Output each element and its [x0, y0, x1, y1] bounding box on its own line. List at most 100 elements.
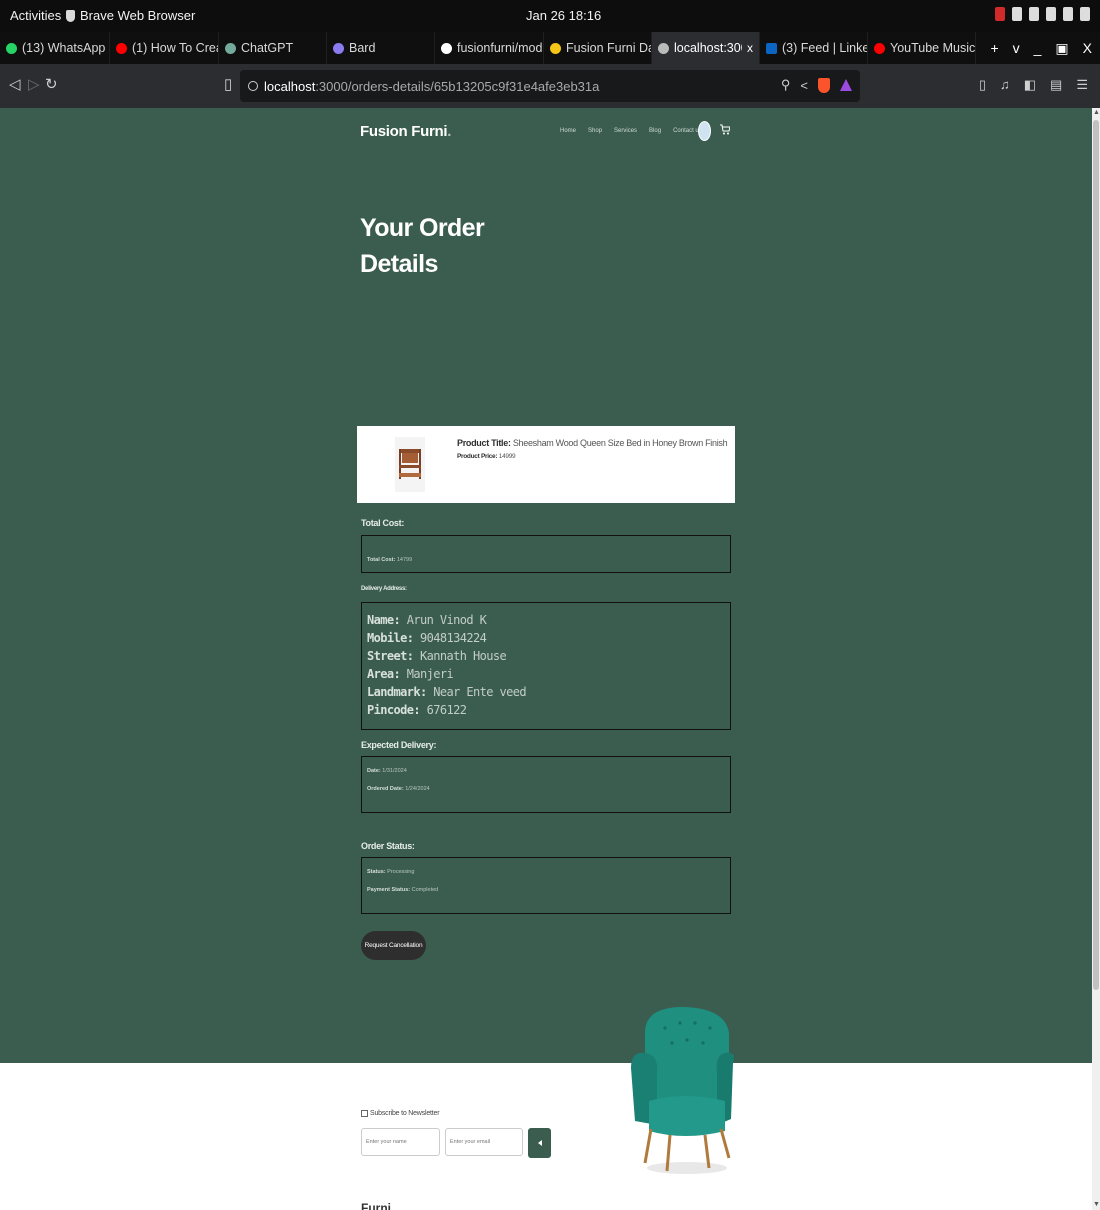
- browser-tab-strip: (13) WhatsApp (1) How To Create Full Cha…: [0, 32, 1100, 64]
- brand-dot: .: [447, 123, 452, 140]
- nav-home[interactable]: Home: [560, 128, 576, 134]
- bookmarks-icon[interactable]: ▯: [979, 77, 986, 93]
- brave-shields-icon[interactable]: [818, 77, 830, 93]
- address-label: Street:: [367, 649, 414, 663]
- nav-services[interactable]: Services: [614, 128, 637, 134]
- app-menu[interactable]: Brave Web Browser: [66, 8, 195, 23]
- address-label: Name:: [367, 613, 401, 627]
- newsletter-text: Subscribe to Newsletter: [370, 1110, 440, 1117]
- site-logo[interactable]: Fusion Furni.: [360, 123, 451, 140]
- address-line-pincode: Pincode: 676122: [367, 701, 725, 719]
- tab-localhost[interactable]: localhost:3000/or x: [652, 32, 760, 64]
- tab-bard[interactable]: Bard: [327, 32, 435, 64]
- page-title: Your Order Details: [360, 214, 485, 278]
- volume-icon[interactable]: [1063, 7, 1073, 21]
- tab-label: Fusion Furni Dashboa: [566, 41, 651, 55]
- tab-label: fusionfurni/models at: [457, 41, 543, 55]
- site-info-icon[interactable]: [248, 81, 258, 91]
- bard-sparkle-icon: [333, 42, 344, 54]
- tab-whatsapp[interactable]: (13) WhatsApp: [0, 32, 110, 64]
- sidebar-icon[interactable]: ◧: [1024, 77, 1036, 93]
- chatgpt-icon: [225, 42, 236, 54]
- order-status-box: Status: Processing Payment Status: Compl…: [361, 857, 731, 914]
- tab-list-dropdown-icon[interactable]: v: [1013, 40, 1020, 56]
- back-icon[interactable]: ◁: [9, 77, 21, 93]
- wallet-icon[interactable]: ▤: [1050, 77, 1062, 93]
- minimize-button[interactable]: _: [1034, 40, 1042, 56]
- status-value: Processing: [387, 869, 415, 875]
- address-value: Near Ente veed: [433, 685, 526, 699]
- menu-icon[interactable]: ☰: [1076, 77, 1088, 93]
- clock[interactable]: Jan 26 18:16: [526, 8, 601, 23]
- payment-status-value: Completed: [411, 887, 439, 893]
- nav-blog[interactable]: Blog: [649, 128, 661, 134]
- scroll-down-icon[interactable]: ▼: [1093, 1201, 1100, 1208]
- user-avatar[interactable]: [698, 121, 711, 141]
- close-tab-icon[interactable]: x: [747, 41, 753, 55]
- browser-toolbar: ◁ ▷ ↻ ▯ localhost:3000/orders-details/65…: [0, 64, 1100, 108]
- github-icon: [441, 42, 452, 54]
- delivery-date-value: 1/31/2024: [382, 768, 407, 774]
- address-value: Arun Vinod K: [406, 613, 487, 627]
- tab-label: localhost:3000/or: [674, 41, 742, 55]
- address-bar[interactable]: localhost:3000/orders-details/65b13205c9…: [240, 70, 860, 102]
- reload-icon[interactable]: ↻: [45, 77, 58, 93]
- tab-label: YouTube Music: [890, 41, 976, 55]
- zoom-icon[interactable]: ⚲: [781, 77, 791, 93]
- activities-button[interactable]: Activities: [10, 8, 61, 23]
- bookmark-icon[interactable]: ▯: [224, 77, 232, 93]
- product-title-value: Sheesham Wood Queen Size Bed in Honey Br…: [512, 438, 728, 448]
- restore-button[interactable]: ▣: [1055, 40, 1068, 57]
- close-window-button[interactable]: X: [1083, 40, 1092, 56]
- address-line-landmark: Landmark: Near Ente veed: [367, 683, 725, 701]
- url-path: :3000/orders-details/65b13205c9f31e4afe3…: [315, 78, 600, 94]
- tab-github[interactable]: fusionfurni/models at: [435, 32, 544, 64]
- page-scrollbar[interactable]: ▲ ▼: [1092, 108, 1100, 1210]
- system-tray[interactable]: [995, 7, 1090, 21]
- tab-dashboard[interactable]: Fusion Furni Dashboa: [544, 32, 652, 64]
- tab-linkedin[interactable]: (3) Feed | LinkedIn: [760, 32, 868, 64]
- ordered-date-line: Ordered Date: 1/24/2024: [367, 786, 725, 792]
- newsletter-send-button[interactable]: [528, 1128, 551, 1158]
- cart-icon[interactable]: [720, 124, 730, 135]
- request-cancellation-button[interactable]: Request Cancellation: [361, 931, 426, 960]
- brand-label: Fusion Furni: [360, 123, 448, 140]
- envelope-icon: [361, 1110, 368, 1117]
- address-value: Manjeri: [406, 667, 454, 681]
- forward-icon[interactable]: ▷: [28, 77, 40, 93]
- product-price-value: 14999: [498, 453, 516, 460]
- tab-youtube-video[interactable]: (1) How To Create Full: [110, 32, 219, 64]
- brave-shield-icon: [66, 9, 75, 22]
- newsletter-name-input[interactable]: [361, 1128, 440, 1156]
- send-icon: [537, 1140, 542, 1146]
- tab-label: (1) How To Create Full: [132, 41, 218, 55]
- wifi-icon[interactable]: [1029, 7, 1039, 21]
- nav-shop[interactable]: Shop: [588, 128, 602, 134]
- armchair-image: [631, 1007, 734, 1174]
- settings-icon[interactable]: [1012, 7, 1022, 21]
- product-info: Product Title: Sheesham Wood Queen Size …: [457, 438, 728, 460]
- globe-icon: [658, 42, 669, 54]
- tab-youtube-music[interactable]: YouTube Music: [868, 32, 976, 64]
- media-icon[interactable]: ♫: [1000, 77, 1010, 93]
- youtube-music-icon: [874, 42, 885, 54]
- new-tab-button[interactable]: +: [990, 40, 998, 56]
- footer-brand[interactable]: Furni: [361, 1201, 391, 1210]
- web-page: Fusion Furni. Home Shop Services Blog Co…: [0, 108, 1092, 1210]
- address-line-name: Name: Arun Vinod K: [367, 611, 725, 629]
- address-line-area: Area: Manjeri: [367, 665, 725, 683]
- total-cost-box: Total Cost: 14799: [361, 535, 731, 573]
- newsletter-email-input[interactable]: [445, 1128, 523, 1156]
- expected-delivery-heading: Expected Delivery:: [361, 740, 437, 750]
- scroll-up-icon[interactable]: ▲: [1093, 109, 1100, 116]
- battery-icon[interactable]: [1080, 7, 1090, 21]
- tab-chatgpt[interactable]: ChatGPT: [219, 32, 327, 64]
- linkedin-icon: [766, 42, 777, 54]
- share-icon[interactable]: <: [800, 78, 808, 93]
- tab-label: (13) WhatsApp: [22, 41, 106, 55]
- bluetooth-icon[interactable]: [1046, 7, 1056, 21]
- scrollbar-thumb[interactable]: [1093, 120, 1099, 990]
- brave-rewards-icon[interactable]: [840, 79, 852, 91]
- address-line-mobile: Mobile: 9048134224: [367, 629, 725, 647]
- recording-icon[interactable]: [995, 7, 1005, 21]
